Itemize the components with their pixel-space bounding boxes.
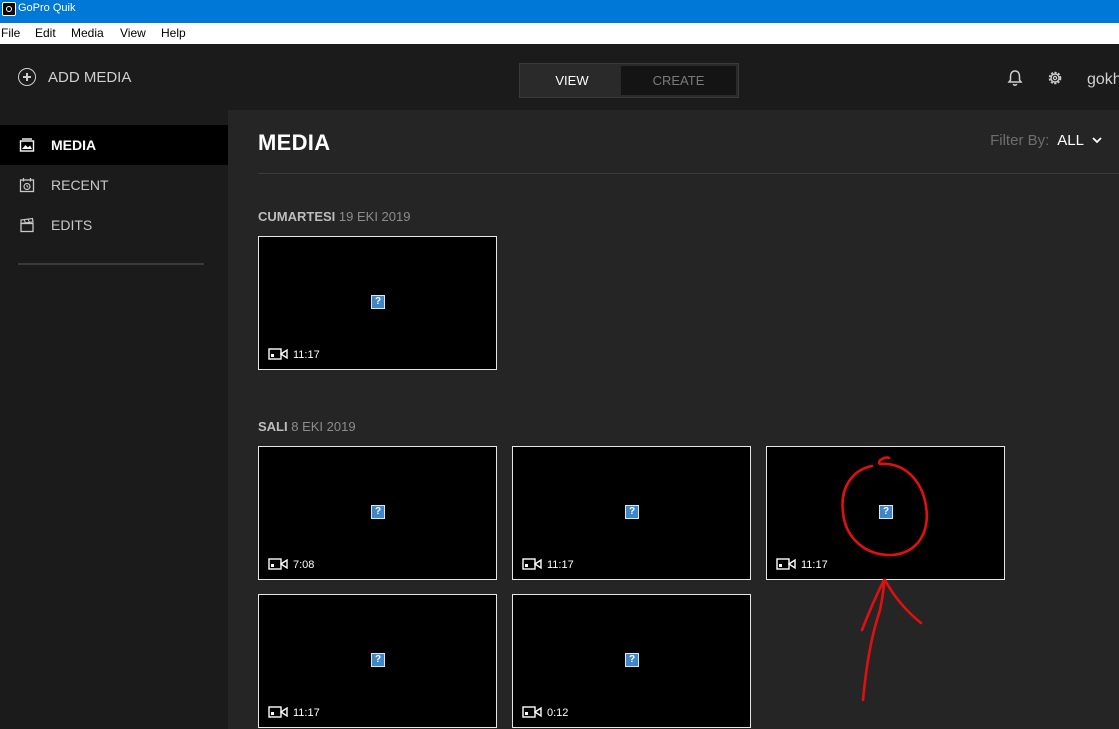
title-bar: GoPro Quik [0, 0, 1119, 23]
sidebar-item-media[interactable]: MEDIA [0, 125, 228, 165]
video-camera-icon [522, 558, 542, 570]
video-duration: 11:17 [293, 707, 320, 719]
media-thumbnail[interactable]: ? 11:17 [766, 446, 1005, 580]
user-name[interactable]: gokh [1087, 71, 1119, 89]
plus-circle-icon [18, 68, 36, 86]
missing-thumbnail-icon: ? [371, 653, 385, 667]
video-camera-icon [268, 348, 288, 360]
filter-dropdown[interactable]: Filter By: ALL [990, 132, 1102, 149]
menu-view[interactable]: View [120, 27, 146, 40]
sidebar-item-edits[interactable]: EDITS [0, 205, 228, 245]
group-day: CUMARTESI [258, 209, 336, 224]
menu-bar: File Edit Media View Help [0, 23, 1119, 44]
video-duration: 11:17 [801, 559, 828, 571]
tab-create[interactable]: CREATE [621, 66, 736, 95]
title-divider [258, 173, 1119, 174]
media-icon [19, 138, 35, 152]
group-day: SALI [258, 419, 288, 434]
media-panel: MEDIA Filter By: ALL CUMARTESI 19 EKI 20… [228, 110, 1119, 729]
video-duration: 0:12 [547, 707, 569, 719]
sidebar-item-label: RECENT [51, 177, 109, 193]
date-group-header: SALI 8 EKI 2019 [258, 419, 356, 434]
video-camera-icon [776, 558, 796, 570]
video-camera-icon [268, 558, 288, 570]
video-duration: 7:08 [293, 559, 315, 571]
add-media-label: ADD MEDIA [48, 68, 132, 86]
video-duration: 11:17 [293, 349, 320, 361]
top-header: ADD MEDIA VIEW CREATE gokh [0, 44, 1119, 110]
sidebar-item-label: MEDIA [51, 137, 97, 153]
tab-view[interactable]: VIEW [523, 66, 621, 95]
sidebar: MEDIA RECENT EDITS [0, 110, 228, 729]
missing-thumbnail-icon: ? [371, 505, 385, 519]
edits-icon [20, 217, 34, 233]
media-thumbnail[interactable]: ? 0:12 [512, 594, 751, 728]
missing-thumbnail-icon: ? [879, 505, 893, 519]
page-title: MEDIA [258, 130, 331, 155]
menu-file[interactable]: File [1, 27, 20, 40]
sidebar-item-recent[interactable]: RECENT [0, 165, 228, 205]
chevron-down-icon [1092, 137, 1102, 144]
add-media-button[interactable]: ADD MEDIA [18, 66, 131, 88]
sidebar-item-label: EDITS [51, 217, 93, 233]
missing-thumbnail-icon: ? [371, 295, 385, 309]
media-thumbnail[interactable]: ? 11:17 [258, 594, 497, 728]
video-camera-icon [522, 706, 542, 718]
video-camera-icon [268, 706, 288, 718]
group-date: 8 EKI 2019 [291, 419, 356, 434]
media-thumbnail[interactable]: ? 11:17 [512, 446, 751, 580]
date-group-header: CUMARTESI 19 EKI 2019 [258, 209, 410, 224]
bell-icon[interactable] [1005, 68, 1025, 88]
media-thumbnail[interactable]: ? 7:08 [258, 446, 497, 580]
filter-value: ALL [1057, 132, 1084, 149]
gear-icon[interactable] [1045, 68, 1065, 88]
recent-icon [19, 178, 35, 193]
gopro-app-icon [2, 2, 16, 16]
menu-edit[interactable]: Edit [35, 27, 56, 40]
filter-label: Filter By: [990, 132, 1050, 149]
missing-thumbnail-icon: ? [625, 653, 639, 667]
media-thumbnail[interactable]: ? 11:17 [258, 236, 497, 370]
view-create-toggle: VIEW CREATE [519, 63, 739, 98]
window-title: GoPro Quik [18, 2, 76, 14]
missing-thumbnail-icon: ? [625, 505, 639, 519]
sidebar-divider [18, 263, 204, 265]
group-date: 19 EKI 2019 [338, 209, 411, 224]
menu-help[interactable]: Help [161, 27, 186, 40]
menu-media[interactable]: Media [71, 27, 104, 40]
video-duration: 11:17 [547, 559, 574, 571]
